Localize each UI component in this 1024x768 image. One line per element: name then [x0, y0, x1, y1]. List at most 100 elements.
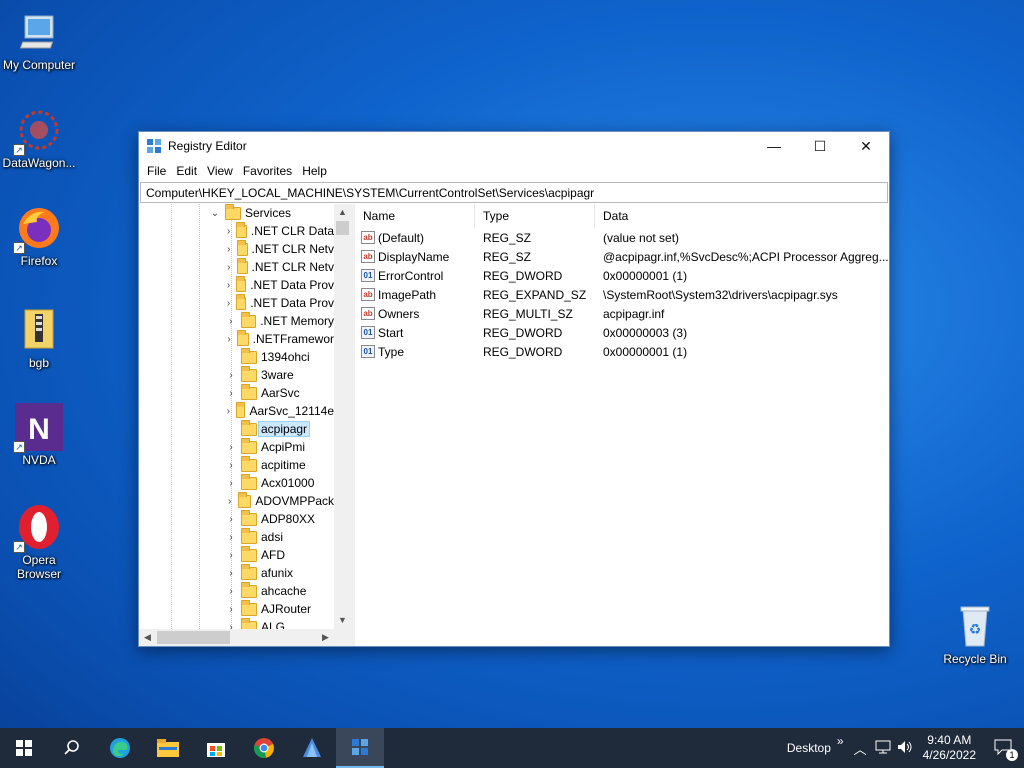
chevron-right-icon[interactable]: ›	[225, 622, 237, 630]
chevron-right-icon[interactable]: ›	[225, 370, 237, 381]
tree-item[interactable]: › AJRouter	[139, 599, 334, 618]
menu-view[interactable]: View	[202, 164, 238, 178]
menu-help[interactable]: Help	[297, 164, 332, 178]
scroll-thumb[interactable]	[157, 631, 230, 644]
taskbar-chrome[interactable]	[240, 728, 288, 768]
tree-item[interactable]: › AcpiPmi	[139, 437, 334, 456]
start-button[interactable]	[0, 728, 48, 768]
chevron-right-icon[interactable]: ›	[225, 586, 237, 597]
scroll-thumb[interactable]	[336, 221, 349, 235]
taskbar-edge[interactable]	[96, 728, 144, 768]
minimize-button[interactable]: —	[751, 132, 797, 160]
chevron-right-icon[interactable]: ›	[225, 478, 237, 489]
chevron-right-icon[interactable]: ›	[225, 298, 232, 309]
values-pane[interactable]: Name Type Data ab (Default) REG_SZ (value n…	[355, 204, 889, 646]
tree-item[interactable]: › AarSvc	[139, 383, 334, 402]
chevron-right-icon[interactable]: ›	[225, 496, 234, 507]
scroll-right-arrow-icon[interactable]: ▶	[317, 632, 334, 643]
desktop-icon-recycle-bin[interactable]: ♻ Recycle Bin	[936, 602, 1014, 666]
notification-icon[interactable]: 1	[994, 739, 1018, 761]
scroll-left-arrow-icon[interactable]: ◀	[139, 632, 156, 643]
menu-favorites[interactable]: Favorites	[238, 164, 297, 178]
desktop-icon-opera[interactable]: ↗ Opera Browser	[0, 503, 78, 581]
tree-horizontal-scrollbar[interactable]: ◀ ▶	[139, 629, 351, 646]
tree-item[interactable]: › ALG	[139, 617, 334, 630]
menu-edit[interactable]: Edit	[171, 164, 202, 178]
title-bar[interactable]: Registry Editor — ☐ ✕	[139, 132, 889, 160]
taskbar-registry-editor[interactable]	[336, 728, 384, 768]
chevron-down-icon[interactable]: ⌄	[209, 208, 221, 219]
chevron-right-icon[interactable]: ›	[225, 442, 237, 453]
tree-item[interactable]: › .NET CLR Data	[139, 221, 334, 240]
tree-item[interactable]: › .NET CLR Netv	[139, 257, 334, 276]
tree-item[interactable]: › ADP80XX	[139, 509, 334, 528]
tree-vertical-scrollbar[interactable]: ▲ ▼	[334, 204, 351, 629]
tree-item[interactable]: › ADOVMPPack	[139, 491, 334, 510]
value-name: ImagePath	[378, 287, 437, 302]
value-row[interactable]: 01 ErrorControl REG_DWORD 0x00000001 (1)	[355, 266, 889, 285]
value-row[interactable]: 01 Type REG_DWORD 0x00000001 (1)	[355, 342, 889, 361]
tree-item[interactable]: › .NET Memory	[139, 311, 334, 330]
close-button[interactable]: ✕	[843, 132, 889, 160]
desktop-icon-bgb[interactable]: bgb	[0, 306, 78, 370]
value-row[interactable]: ab DisplayName REG_SZ @acpipagr.inf,%SvcDes…	[355, 247, 889, 266]
chevron-up-icon[interactable]: ︿	[854, 739, 867, 758]
value-row[interactable]: ab Owners REG_MULTI_SZ acpipagr.inf	[355, 304, 889, 323]
toolbar-overflow-icon[interactable]: »	[837, 734, 844, 748]
tree-item[interactable]: › AarSvc_12114e	[139, 401, 334, 420]
chevron-right-icon[interactable]: ›	[225, 604, 237, 615]
tree-item[interactable]: › 3ware	[139, 365, 334, 384]
column-header-type[interactable]: Type	[475, 204, 595, 228]
value-row[interactable]: ab ImagePath REG_EXPAND_SZ \SystemRoot\Syst…	[355, 285, 889, 304]
registry-editor-window[interactable]: Registry Editor — ☐ ✕ File Edit View Fav…	[138, 131, 890, 647]
clock[interactable]: 9:40 AM 4/26/2022	[923, 733, 976, 763]
column-header-data[interactable]: Data	[595, 204, 889, 228]
tree-item[interactable]: › AFD	[139, 545, 334, 564]
tree-item[interactable]: › .NET CLR Netv	[139, 239, 334, 258]
chevron-right-icon[interactable]: ›	[225, 316, 237, 327]
search-button[interactable]	[48, 728, 96, 768]
scroll-down-arrow-icon[interactable]: ▼	[334, 612, 351, 629]
desktop-icon-firefox[interactable]: ↗ Firefox	[0, 204, 78, 268]
tree-item[interactable]: › Acx01000	[139, 473, 334, 492]
chevron-right-icon[interactable]: ›	[225, 568, 237, 579]
tree-item[interactable]: › acpitime	[139, 455, 334, 474]
chevron-right-icon[interactable]: ›	[225, 280, 232, 291]
chevron-right-icon[interactable]: ›	[225, 532, 237, 543]
column-header-name[interactable]: Name	[355, 204, 475, 228]
tree-item-services[interactable]: ⌄ Services	[139, 204, 334, 222]
tree-item[interactable]: › .NET Data Prov	[139, 275, 334, 294]
address-bar[interactable]: Computer\HKEY_LOCAL_MACHINE\SYSTEM\Curre…	[140, 182, 888, 203]
tree-item[interactable]: 1394ohci	[139, 347, 334, 366]
tree-item[interactable]: › .NETFramewor	[139, 329, 334, 348]
key-tree-pane[interactable]: ⌄ Services › .NET CLR Data › .NET CLR Netv ›…	[139, 204, 355, 646]
menu-file[interactable]: File	[142, 164, 171, 178]
desktop-icon-my-computer[interactable]: My Computer	[0, 8, 78, 72]
maximize-button[interactable]: ☐	[797, 132, 843, 160]
desktop-toolbar-label[interactable]: Desktop	[787, 741, 831, 755]
network-icon[interactable]	[875, 740, 891, 757]
value-row[interactable]: 01 Start REG_DWORD 0x00000003 (3)	[355, 323, 889, 342]
chevron-right-icon[interactable]: ›	[225, 226, 232, 237]
chevron-right-icon[interactable]: ›	[225, 514, 237, 525]
tree-item[interactable]: › ahcache	[139, 581, 334, 600]
taskbar-file-explorer[interactable]	[144, 728, 192, 768]
chevron-right-icon[interactable]: ›	[225, 244, 233, 255]
desktop-icon-datawagon[interactable]: ↗ DataWagon...	[0, 106, 78, 170]
volume-icon[interactable]	[897, 740, 913, 757]
chevron-right-icon[interactable]: ›	[225, 334, 233, 345]
scroll-up-arrow-icon[interactable]: ▲	[334, 204, 351, 221]
chevron-right-icon[interactable]: ›	[225, 262, 233, 273]
chevron-right-icon[interactable]: ›	[225, 550, 237, 561]
taskbar-store[interactable]	[192, 728, 240, 768]
tree-item[interactable]: › afunix	[139, 563, 334, 582]
chevron-right-icon[interactable]: ›	[225, 406, 232, 417]
tree-item[interactable]: acpipagr	[139, 419, 334, 438]
value-row[interactable]: ab (Default) REG_SZ (value not set)	[355, 228, 889, 247]
tree-item[interactable]: › .NET Data Prov	[139, 293, 334, 312]
taskbar-app[interactable]	[288, 728, 336, 768]
tree-item[interactable]: › adsi	[139, 527, 334, 546]
desktop-icon-nvda[interactable]: N ↗ NVDA	[0, 403, 78, 467]
chevron-right-icon[interactable]: ›	[225, 388, 237, 399]
chevron-right-icon[interactable]: ›	[225, 460, 237, 471]
